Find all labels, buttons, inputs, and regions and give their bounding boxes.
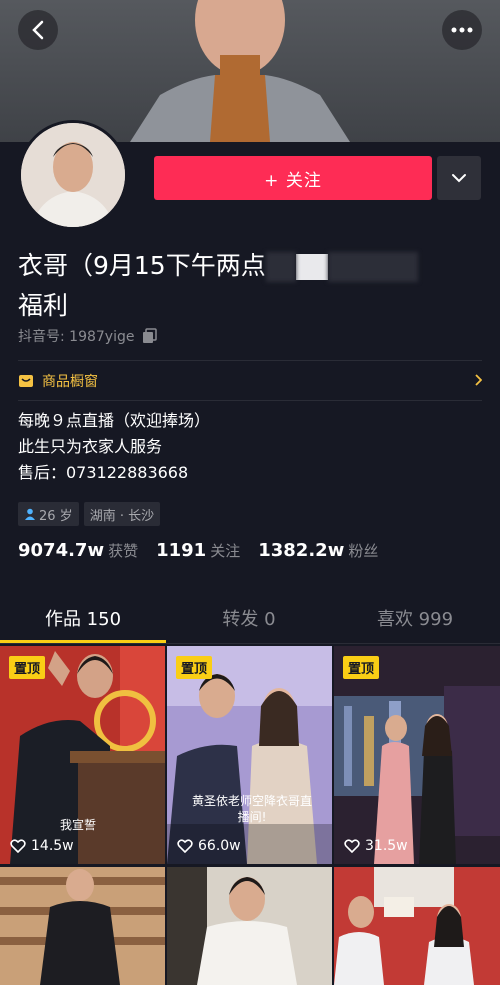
douyin-id-row: 抖音号: 1987yige — [18, 326, 158, 346]
tab-reposts[interactable]: 转发 0 — [166, 600, 332, 643]
chevron-right-icon — [475, 374, 482, 386]
video-caption: 黄圣依老师空降衣哥直播间! — [191, 794, 312, 824]
cover-person-image — [130, 0, 350, 142]
pinned-badge: 置顶 — [176, 656, 213, 679]
copy-icon[interactable] — [142, 328, 158, 344]
video-likes: 31.5w — [344, 838, 408, 854]
age-tag: 26 岁 — [18, 502, 79, 526]
more-button[interactable] — [442, 10, 482, 50]
divider — [18, 360, 482, 361]
redacted-block — [295, 254, 328, 280]
video-thumbnail[interactable] — [167, 867, 332, 985]
bio-line: 此生只为衣家人服务 — [18, 437, 163, 456]
video-thumbnail[interactable] — [334, 867, 500, 985]
profile-nickname: 衣哥（9月15下午两点 福利 — [18, 246, 488, 326]
video-image — [0, 867, 165, 985]
profile-tags: 26 岁 湖南 · 长沙 — [18, 502, 161, 526]
pinned-badge: 置顶 — [9, 656, 46, 679]
profile-stats: 9074.7w 获赞 1191 关注 1382.2w 粉丝 — [18, 540, 378, 561]
avatar[interactable] — [18, 120, 128, 230]
more-dots-icon — [451, 27, 473, 33]
heart-icon — [344, 839, 360, 853]
bio-line: 售后：073122883668 — [18, 463, 189, 482]
redacted-block — [327, 252, 418, 282]
nickname-line2: 福利 — [18, 291, 69, 320]
video-thumbnail[interactable]: 置顶 31.5w — [334, 646, 500, 864]
shop-window-label: 商品橱窗 — [42, 374, 98, 390]
profile-bio: 每晚９点直播（欢迎捧场） 此生只为衣家人服务 售后：073122883668 — [18, 408, 210, 486]
shop-cart-icon — [19, 375, 33, 387]
stat-following[interactable]: 1191 关注 — [156, 540, 240, 561]
stat-followers[interactable]: 1382.2w 粉丝 — [258, 540, 378, 561]
location-tag: 湖南 · 长沙 — [83, 502, 161, 526]
avatar-image — [21, 123, 125, 227]
back-button[interactable] — [18, 10, 58, 50]
video-thumbnail[interactable]: 置顶 黄圣依老师空降衣哥直播间! 66.0w — [167, 646, 332, 864]
video-image — [167, 867, 332, 985]
heart-icon — [10, 839, 26, 853]
shop-window-row[interactable]: 商品橱窗 — [18, 362, 482, 400]
pinned-badge: 置顶 — [343, 656, 380, 679]
nickname-line1: 衣哥（9月15下午两点 — [18, 251, 266, 280]
video-image — [334, 867, 500, 985]
video-likes: 66.0w — [177, 838, 241, 854]
video-caption: 我宣誓 — [60, 818, 97, 832]
male-person-icon — [25, 508, 35, 520]
bio-line: 每晚９点直播（欢迎捧场） — [18, 411, 211, 430]
stat-likes[interactable]: 9074.7w 获赞 — [18, 540, 138, 561]
back-arrow-icon — [32, 20, 44, 40]
follow-button[interactable]: + 关注 — [154, 156, 432, 200]
tab-likes[interactable]: 喜欢 999 — [332, 600, 498, 643]
redacted-block — [265, 252, 296, 282]
tab-works[interactable]: 作品 150 — [0, 600, 166, 643]
content-tabs: 作品 150 转发 0 喜欢 999 — [0, 600, 500, 644]
recommend-dropdown-button[interactable] — [437, 156, 481, 200]
divider — [18, 400, 482, 401]
video-likes: 14.5w — [10, 838, 74, 854]
douyin-id: 抖音号: 1987yige — [18, 329, 135, 345]
video-thumbnail[interactable] — [0, 867, 165, 985]
chevron-down-icon — [452, 174, 466, 183]
heart-icon — [177, 839, 193, 853]
video-thumbnail[interactable]: 置顶 我宣誓 14.5w — [0, 646, 165, 864]
